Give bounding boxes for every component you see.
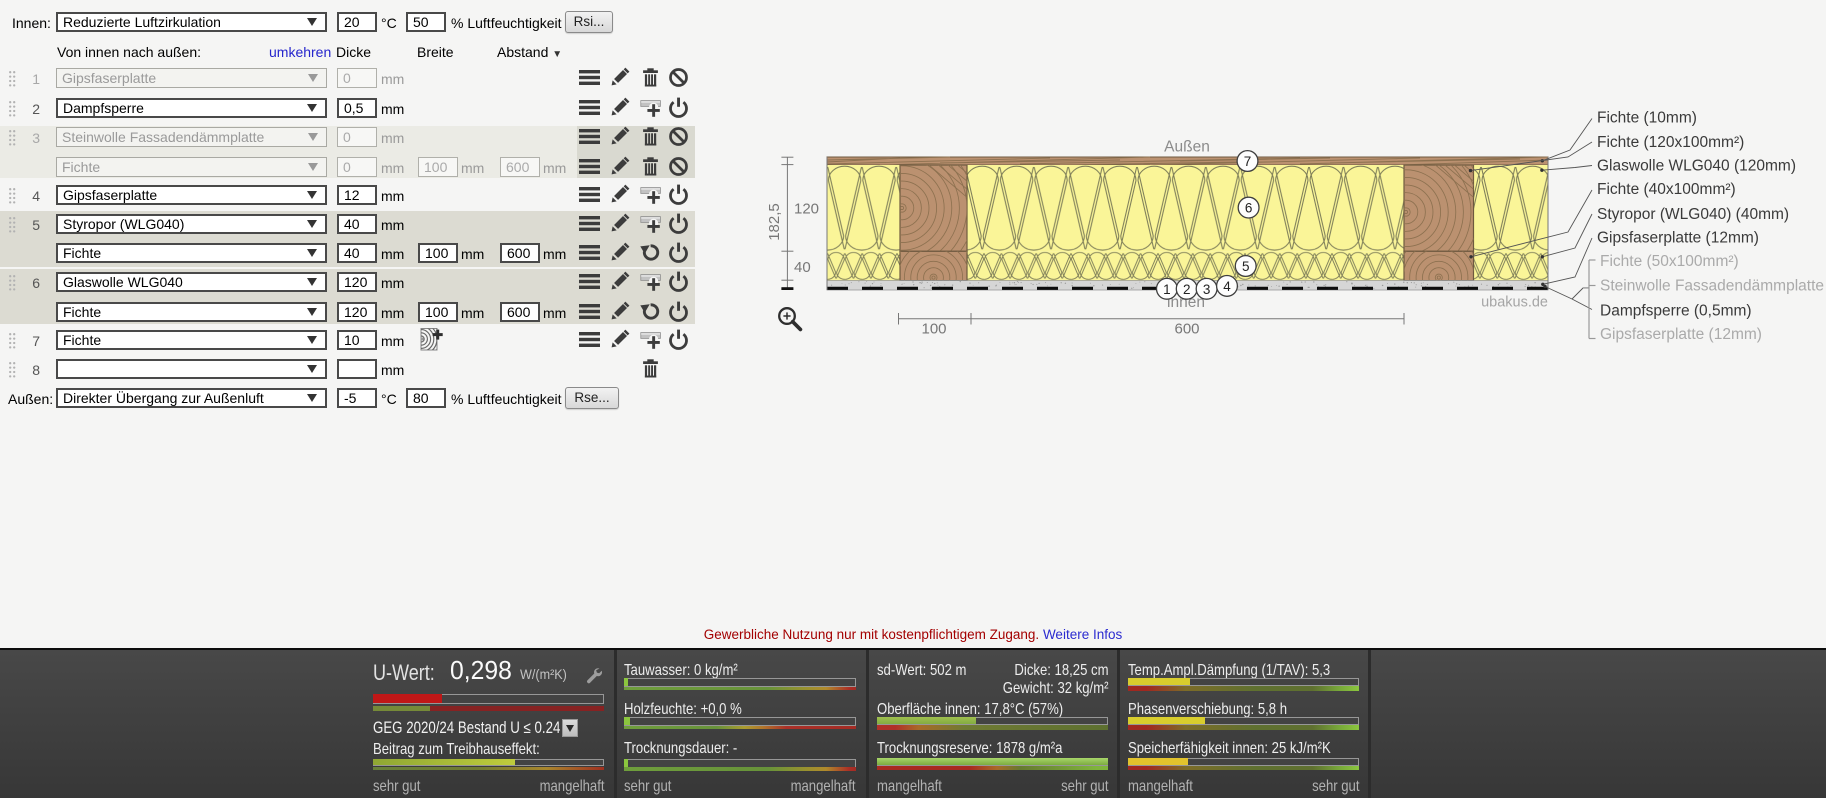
svg-text:100: 100	[921, 321, 946, 338]
svg-text:Fichte (10mm): Fichte (10mm)	[1597, 110, 1697, 127]
svg-text:5: 5	[1242, 259, 1250, 274]
svg-text:Gipsfaserplatte (12mm): Gipsfaserplatte (12mm)	[1600, 326, 1762, 343]
svg-text:40: 40	[794, 259, 811, 276]
svg-text:Styropor (WLG040) (40mm): Styropor (WLG040) (40mm)	[1597, 206, 1789, 223]
svg-text:Fichte (120x100mm²): Fichte (120x100mm²)	[1597, 134, 1744, 151]
svg-text:Fichte (40x100mm²): Fichte (40x100mm²)	[1597, 181, 1736, 198]
svg-text:ubakus.de: ubakus.de	[1481, 295, 1548, 311]
svg-text:Außen: Außen	[1164, 139, 1210, 156]
svg-text:Gipsfaserplatte (12mm): Gipsfaserplatte (12mm)	[1597, 229, 1759, 246]
svg-text:Fichte (50x100mm²): Fichte (50x100mm²)	[1600, 253, 1739, 270]
svg-text:4: 4	[1223, 279, 1231, 294]
svg-text:120: 120	[794, 201, 819, 218]
svg-text:Steinwolle Fassadendämmplatte: Steinwolle Fassadendämmplatte (50	[1600, 278, 1826, 295]
svg-text:Glaswolle WLG040 (120mm): Glaswolle WLG040 (120mm)	[1597, 158, 1796, 175]
svg-text:2: 2	[1183, 282, 1191, 297]
svg-text:7: 7	[1244, 154, 1252, 169]
svg-text:3: 3	[1203, 282, 1211, 297]
svg-text:Dampfsperre (0,5mm): Dampfsperre (0,5mm)	[1600, 302, 1752, 319]
svg-text:6: 6	[1245, 201, 1253, 216]
svg-text:600: 600	[1174, 321, 1199, 338]
svg-text:1: 1	[1163, 282, 1171, 297]
svg-text:182,5: 182,5	[766, 203, 783, 241]
